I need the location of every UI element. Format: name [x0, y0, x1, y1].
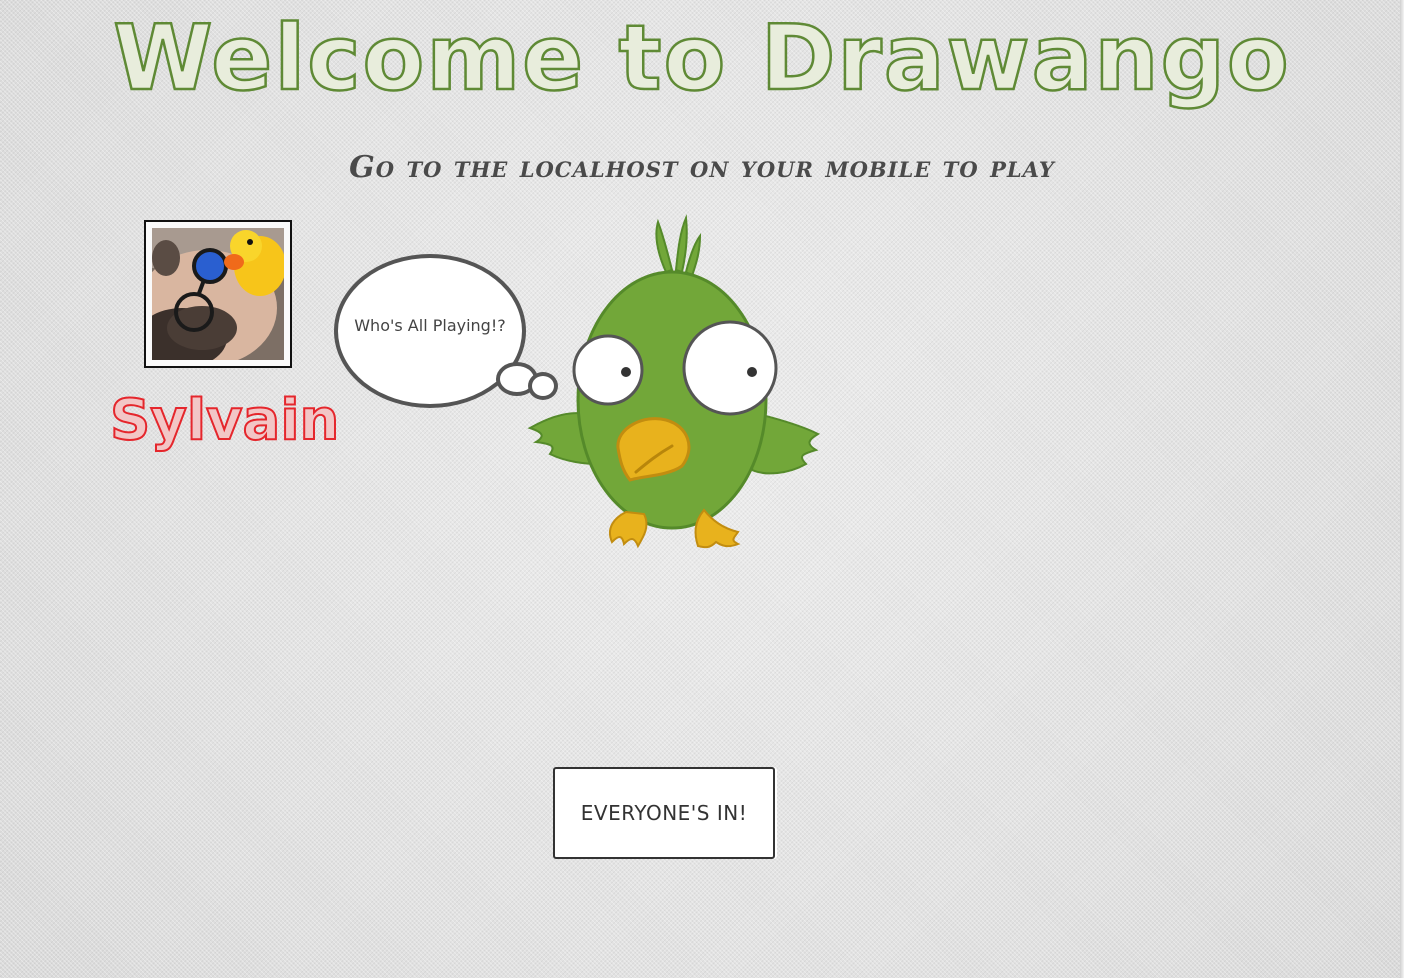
thought-bubble-text: Who's All Playing!?	[354, 316, 506, 335]
lobby-screen: { "header": { "title": "Welcome to Drawa…	[0, 0, 1404, 978]
player-photo	[152, 228, 284, 360]
player-card: Sylvain	[109, 220, 340, 470]
everyones-in-button[interactable]: EVERYONE'S IN!	[553, 767, 775, 859]
green-bird-mascot	[526, 214, 822, 554]
avatar	[144, 220, 292, 368]
player-name: Sylvain	[109, 387, 340, 454]
bird-icon	[527, 214, 821, 549]
window-edge	[1400, 0, 1404, 978]
join-instructions: Go to the localhost on your mobile to pl…	[349, 150, 1055, 185]
page-title: Welcome to Drawango	[112, 5, 1291, 113]
player-photo-drawing	[152, 228, 284, 360]
